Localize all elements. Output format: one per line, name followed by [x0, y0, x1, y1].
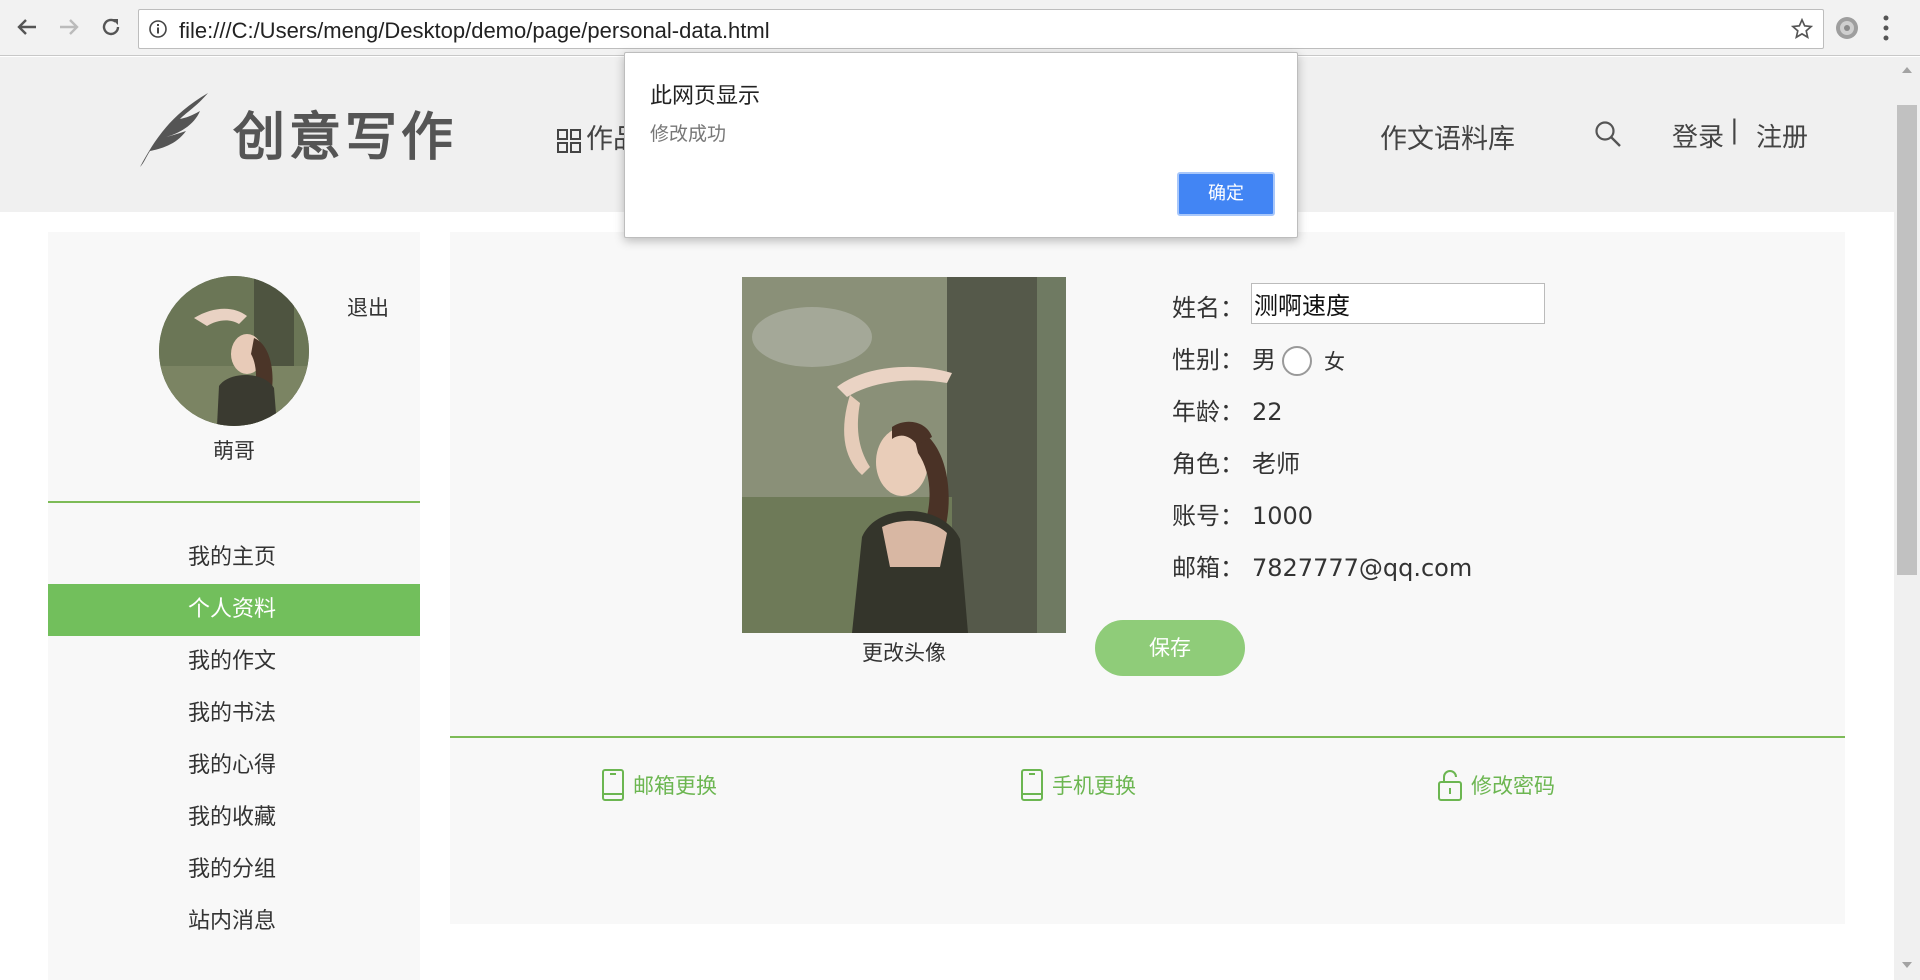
scroll-up-arrow-icon[interactable] [1902, 67, 1912, 73]
gender-male-label[interactable]: 男 [1252, 346, 1276, 374]
search-icon[interactable] [1594, 120, 1622, 148]
role-row: 角色： 老师 [1172, 444, 1300, 479]
gender-female-label[interactable]: 女 [1324, 350, 1345, 374]
gender-label: 性别： [1172, 346, 1244, 374]
back-button[interactable] [10, 10, 44, 44]
forward-button[interactable] [52, 10, 86, 44]
browser-menu-icon[interactable] [1880, 13, 1892, 43]
sidebar-divider [48, 501, 420, 503]
sidebar-item-groups[interactable]: 我的分组 [48, 844, 420, 896]
name-label: 姓名： [1172, 294, 1244, 322]
role-label: 角色： [1172, 450, 1244, 478]
save-button[interactable]: 保存 [1095, 620, 1245, 676]
profile-photo-image [742, 277, 1066, 633]
grid-icon [557, 128, 581, 153]
account-row: 账号： 1000 [1172, 496, 1313, 531]
page-scrollbar[interactable] [1894, 57, 1920, 980]
email-value: 7827777@qq.com [1252, 554, 1473, 582]
reload-icon [102, 18, 120, 36]
sidebar-menu: 我的主页 个人资料 我的作文 我的书法 我的心得 我的收藏 我的分组 站内消息 [48, 532, 420, 948]
nav-corpus[interactable]: 作文语料库 [1380, 117, 1515, 156]
main-divider [450, 736, 1845, 738]
scroll-thumb[interactable] [1897, 105, 1917, 575]
password-change-link[interactable]: 修改密码 [1437, 768, 1555, 802]
account-value: 1000 [1252, 502, 1314, 530]
change-avatar-link[interactable]: 更改头像 [742, 637, 1066, 667]
name-input[interactable] [1251, 283, 1545, 324]
gender-female-radio[interactable] [1282, 346, 1312, 376]
bookmark-star-icon[interactable] [1791, 18, 1813, 40]
age-value: 22 [1252, 398, 1283, 426]
phone-change-label: 手机更换 [1052, 774, 1136, 798]
browser-toolbar: file:///C:/Users/meng/Desktop/demo/page/… [0, 0, 1920, 56]
reload-button[interactable] [94, 10, 128, 44]
email-change-label: 邮箱更换 [633, 774, 717, 798]
header-separator: | [1730, 115, 1739, 145]
mobile-phone-icon [1021, 769, 1043, 801]
mobile-phone-icon [602, 769, 624, 801]
age-row: 年龄： 22 [1172, 392, 1283, 427]
sidebar-item-favorites[interactable]: 我的收藏 [48, 792, 420, 844]
avatar[interactable] [159, 276, 309, 426]
logo-text[interactable]: 创意写作 [233, 95, 457, 170]
user-sidebar: 退出 萌哥 我的主页 个人资料 我的作文 我的书法 我的心得 我的收藏 我的分组… [48, 232, 420, 980]
sidebar-item-messages[interactable]: 站内消息 [48, 896, 420, 948]
username: 萌哥 [213, 439, 255, 463]
dialog-ok-button[interactable]: 确定 [1177, 172, 1275, 216]
forward-arrow-icon [60, 19, 79, 35]
unlock-icon [1438, 770, 1462, 801]
extension-globe-icon[interactable] [1834, 15, 1860, 41]
profile-photo [742, 277, 1066, 633]
dialog-title: 此网页显示 [650, 84, 761, 109]
email-change-link[interactable]: 邮箱更换 [601, 768, 717, 802]
alert-dialog: 此网页显示 修改成功 确定 [624, 52, 1298, 238]
gender-row: 性别： 男 女 [1172, 340, 1345, 376]
login-link[interactable]: 登录 [1672, 117, 1724, 154]
sidebar-item-notes[interactable]: 我的心得 [48, 740, 420, 792]
avatar-photo [159, 276, 309, 426]
register-link[interactable]: 注册 [1756, 117, 1808, 154]
sidebar-item-home[interactable]: 我的主页 [48, 532, 420, 584]
info-icon[interactable] [148, 19, 168, 39]
address-bar[interactable]: file:///C:/Users/meng/Desktop/demo/page/… [138, 9, 1824, 49]
phone-change-link[interactable]: 手机更换 [1020, 768, 1136, 802]
sidebar-item-calligraphy[interactable]: 我的书法 [48, 688, 420, 740]
scroll-down-arrow-icon[interactable] [1902, 962, 1912, 968]
sidebar-item-essays[interactable]: 我的作文 [48, 636, 420, 688]
account-label: 账号： [1172, 502, 1244, 530]
name-row: 姓名： [1172, 288, 1252, 323]
dialog-message: 修改成功 [650, 123, 727, 145]
url-text[interactable]: file:///C:/Users/meng/Desktop/demo/page/… [179, 18, 770, 44]
role-value: 老师 [1252, 450, 1300, 478]
age-label: 年龄： [1172, 398, 1244, 426]
back-arrow-icon [17, 19, 36, 35]
email-label: 邮箱： [1172, 554, 1244, 582]
sidebar-item-profile[interactable]: 个人资料 [48, 584, 420, 636]
feather-logo-icon[interactable] [136, 89, 212, 169]
email-row: 邮箱： 7827777@qq.com [1172, 548, 1472, 583]
password-change-label: 修改密码 [1471, 774, 1555, 798]
profile-panel: 更改头像 保存 姓名： 性别： 男 女 年龄： 22 角色： 老师 账号： 1000 邮箱… [450, 232, 1845, 924]
logout-link[interactable]: 退出 [347, 292, 389, 322]
